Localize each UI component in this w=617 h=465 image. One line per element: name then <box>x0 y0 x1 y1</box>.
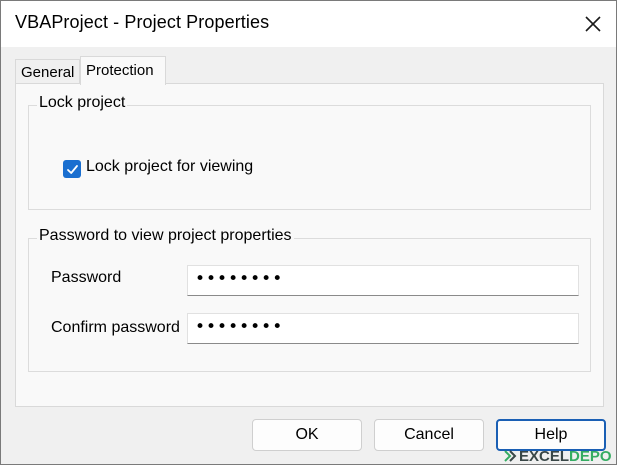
watermark-text-excel: EXCEL <box>519 447 570 465</box>
lock-project-group-title: Lock project <box>37 94 128 112</box>
dialog-title: VBAProject - Project Properties <box>15 12 270 32</box>
watermark-text-depo: DEPO <box>569 447 612 465</box>
ok-button[interactable]: OK <box>252 419 362 451</box>
project-properties-dialog: VBAProject - Project Properties General … <box>0 0 617 465</box>
protection-panel: Lock project Lock project for viewing Pa… <box>15 83 604 407</box>
watermark-logo: EXCEL DEPO <box>503 447 612 465</box>
checkmark-icon <box>66 164 78 174</box>
password-group: Password to view project properties Pass… <box>28 227 591 372</box>
lock-project-checkbox-label[interactable]: Lock project for viewing <box>86 158 253 176</box>
cancel-button[interactable]: Cancel <box>374 419 484 451</box>
close-button[interactable] <box>570 1 616 47</box>
watermark-mark-icon <box>504 450 517 462</box>
title-bar[interactable]: VBAProject - Project Properties <box>1 1 616 47</box>
confirm-password-label: Confirm password <box>51 319 180 336</box>
close-icon <box>585 16 601 32</box>
tab-general[interactable]: General <box>15 59 80 85</box>
password-label: Password <box>51 269 122 286</box>
password-group-title: Password to view project properties <box>37 227 294 245</box>
tab-protection[interactable]: Protection <box>80 56 166 85</box>
lock-project-group: Lock project Lock project for viewing <box>28 94 591 210</box>
confirm-password-field[interactable]: •••••••• <box>187 313 579 344</box>
lock-project-checkbox[interactable] <box>63 160 81 178</box>
password-field[interactable]: •••••••• <box>187 265 579 296</box>
